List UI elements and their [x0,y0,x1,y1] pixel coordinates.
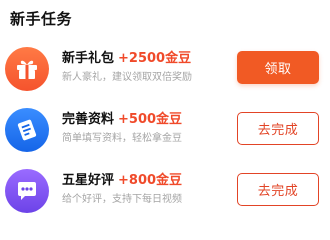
gift-icon [5,47,49,91]
task-row-five-star-review: 五星好评 +800金豆 给个好评，支持下每日视频 去完成 [0,164,330,220]
go-complete-profile-button[interactable]: 去完成 [237,112,319,145]
chat-bubble-icon [5,169,49,213]
task-reward: +800金豆 [118,173,183,188]
task-info: 新手礼包 +2500金豆 新人豪礼，建议领取双倍奖励 [62,50,232,85]
task-name: 五星好评 [62,173,115,188]
task-description: 给个好评，支持下每日视频 [62,194,182,205]
task-row-gift-pack: 新手礼包 +2500金豆 新人豪礼，建议领取双倍奖励 领取 [0,42,330,98]
task-name: 完善资料 [62,112,115,127]
task-description: 新人豪礼，建议领取双倍奖励 [62,72,192,83]
task-name: 新手礼包 [62,51,115,66]
task-row-complete-profile: 完善资料 +500金豆 简单填写资料，轻松拿金豆 去完成 [0,103,330,159]
task-description: 简单填写资料，轻松拿金豆 [62,133,182,144]
new-user-tasks-panel: 新手任务 新手礼包 +2500金豆 新人豪礼，建议领取双倍奖励 领取 完善资料 … [0,0,330,232]
task-info: 五星好评 +800金豆 给个好评，支持下每日视频 [62,172,232,207]
profile-form-icon [5,108,49,152]
task-reward: +2500金豆 [118,51,192,66]
go-review-button[interactable]: 去完成 [237,173,319,206]
task-info: 完善资料 +500金豆 简单填写资料，轻松拿金豆 [62,111,232,146]
section-title: 新手任务 [10,10,73,28]
task-reward: +500金豆 [118,112,183,127]
claim-button[interactable]: 领取 [237,51,319,84]
